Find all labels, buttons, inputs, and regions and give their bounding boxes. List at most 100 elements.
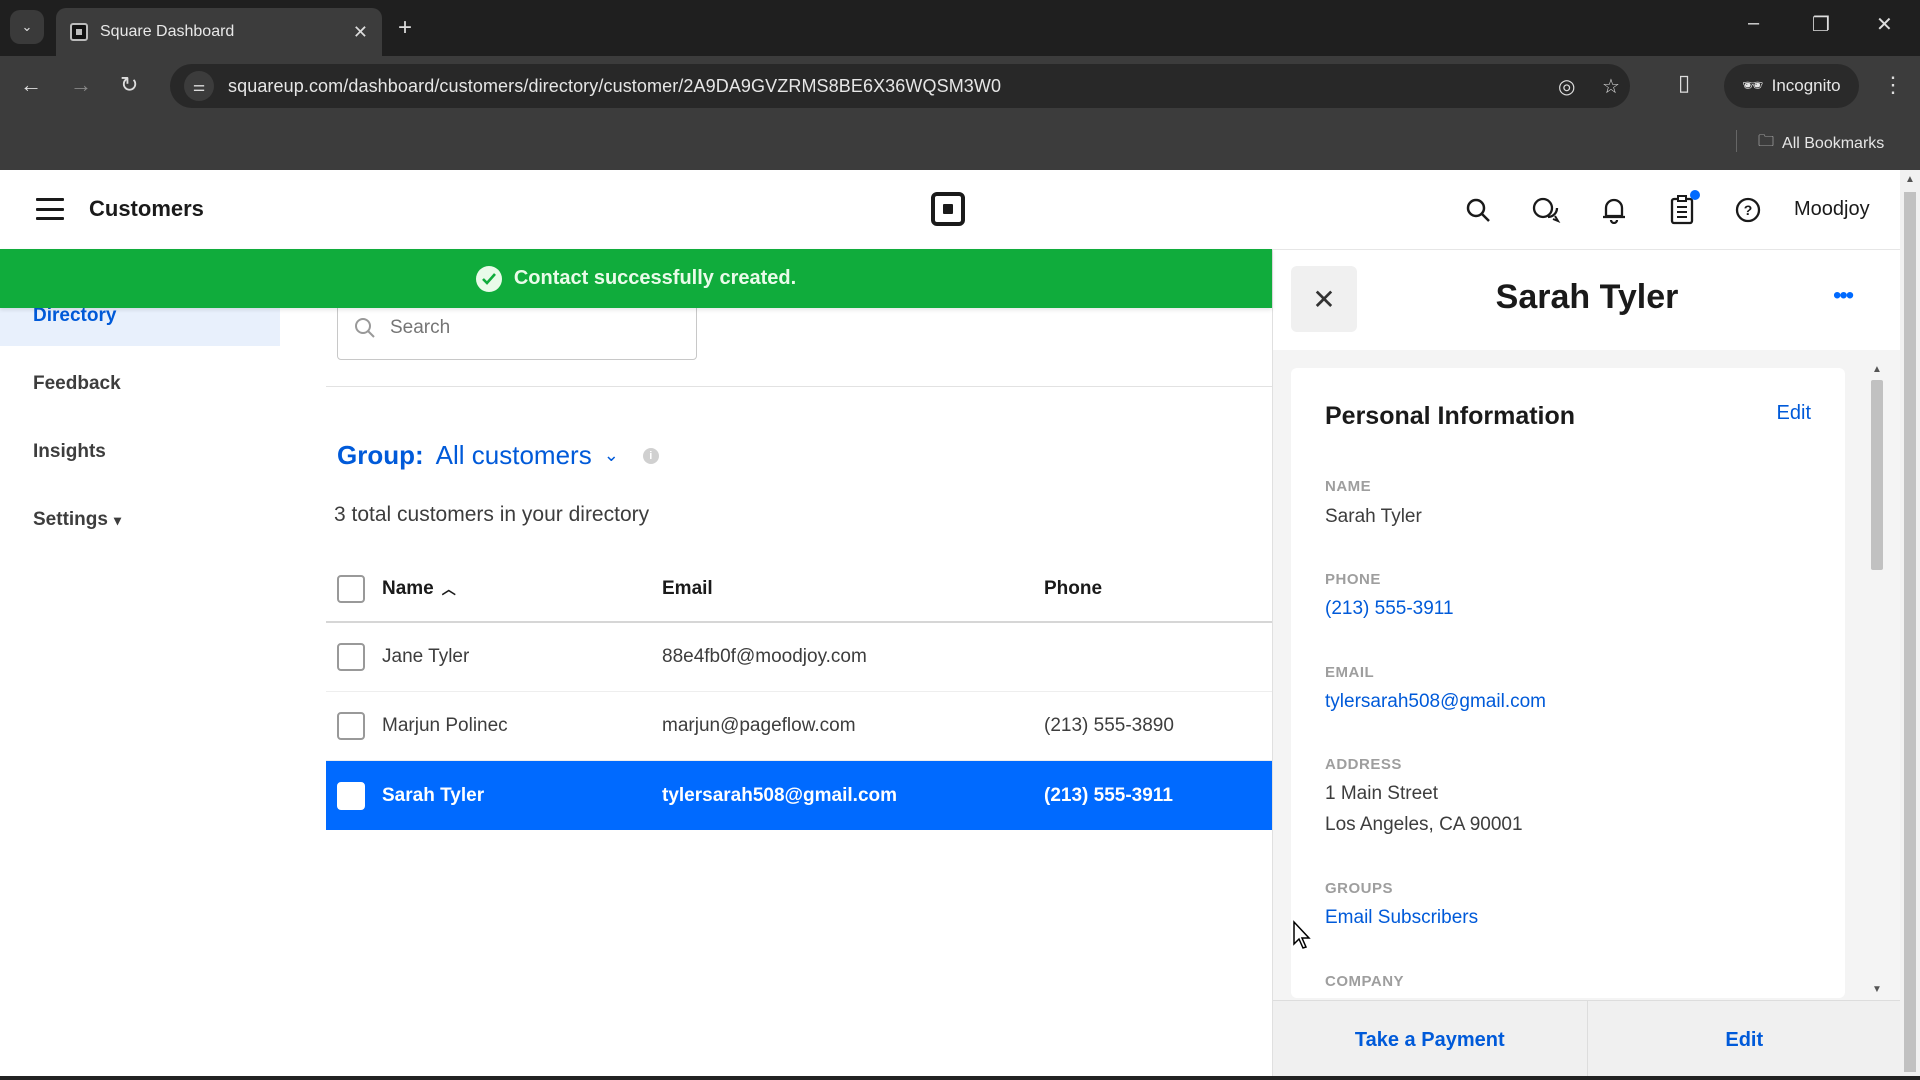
sidebar-item-feedback[interactable]: Feedback — [0, 354, 280, 414]
back-icon[interactable]: ← — [20, 72, 42, 98]
incognito-badge[interactable]: 🕶 Incognito — [1724, 64, 1859, 108]
table-row-selected[interactable]: Sarah Tyler tylersarah508@gmail.com (213… — [326, 761, 1272, 830]
tab-close-icon[interactable]: ✕ — [353, 22, 368, 43]
group-link[interactable]: Email Subscribers — [1325, 907, 1478, 929]
page-scrollbar[interactable]: ▲ — [1900, 170, 1920, 1080]
scroll-up-icon[interactable]: ▲ — [1905, 174, 1915, 185]
take-payment-button[interactable]: Take a Payment — [1273, 1001, 1587, 1080]
chevron-down-icon[interactable]: ⌄ — [604, 445, 619, 466]
forward-icon[interactable]: → — [70, 72, 92, 98]
mouse-cursor-icon — [1293, 920, 1311, 949]
chevron-down-icon: ▾ — [113, 511, 121, 528]
customer-phone: (213) 555-3911 — [1044, 784, 1173, 806]
sidebar: Directory Feedback Insights Settings ▾ — [0, 250, 290, 1080]
url-text[interactable]: squareup.com/dashboard/customers/directo… — [228, 76, 1001, 97]
menu-icon[interactable] — [36, 198, 64, 220]
row-checkbox[interactable] — [337, 712, 365, 740]
customer-name: Marjun Polinec — [382, 715, 508, 736]
customer-name: Sarah Tyler — [382, 784, 485, 806]
restore-icon[interactable]: ❐ — [1812, 12, 1830, 37]
column-header-email[interactable]: Email — [662, 578, 1044, 600]
browser-tab[interactable]: Square Dashboard ✕ — [56, 8, 382, 56]
bookmarks-separator — [1736, 130, 1737, 152]
panel-footer: Take a Payment Edit — [1273, 1000, 1901, 1080]
search-icon — [355, 318, 375, 338]
banner-message: Contact successfully created. — [513, 267, 797, 289]
incognito-icon: 🕶 — [1742, 76, 1764, 95]
address-label: ADDRESS — [1325, 756, 1402, 773]
scroll-down-icon[interactable]: ▼ — [1872, 984, 1882, 995]
eye-off-icon[interactable]: ◎ — [1558, 74, 1575, 99]
side-panel-icon[interactable]: ▯ — [1678, 70, 1690, 96]
new-tab-button[interactable]: + — [398, 14, 412, 42]
folder-icon: 🗀 — [1758, 133, 1775, 150]
site-info-icon[interactable]: ⚌ — [184, 71, 214, 101]
sidebar-item-insights[interactable]: Insights — [0, 422, 280, 482]
phone-label: PHONE — [1325, 571, 1381, 588]
row-checkbox[interactable] — [337, 781, 365, 810]
search-icon[interactable] — [1460, 192, 1496, 228]
tab-search-button[interactable]: ⌄ — [10, 10, 44, 44]
table-row[interactable]: Jane Tyler 88e4fb0f@moodjoy.com — [326, 623, 1272, 692]
svg-text:?: ? — [1744, 202, 1753, 218]
sidebar-item-label: Settings — [33, 509, 108, 530]
group-label: Group: — [337, 440, 424, 470]
incognito-label: Incognito — [1771, 76, 1841, 95]
address-bar[interactable]: ⚌ squareup.com/dashboard/customers/direc… — [170, 64, 1630, 108]
column-header-phone[interactable]: Phone — [1044, 578, 1272, 600]
panel-scrollbar[interactable]: ▲ ▼ — [1867, 362, 1887, 1002]
table-row[interactable]: Marjun Polinec marjun@pageflow.com (213)… — [326, 692, 1272, 761]
merchant-name[interactable]: Moodjoy — [1794, 198, 1870, 221]
select-all-checkbox[interactable] — [337, 575, 365, 603]
edit-personal-info-link[interactable]: Edit — [1777, 402, 1811, 425]
more-options-icon[interactable]: ••• — [1833, 282, 1854, 310]
all-bookmarks-button[interactable]: 🗀 All Bookmarks — [1758, 130, 1884, 157]
customers-table: Name ︿ Email Phone Jane Tyler 88e4fb0f@m… — [326, 557, 1272, 830]
page-title: Customers — [89, 196, 204, 221]
row-checkbox[interactable] — [337, 643, 365, 671]
panel-scroll-thumb[interactable] — [1871, 380, 1883, 570]
chevron-down-icon: ⌄ — [21, 19, 33, 34]
name-label: NAME — [1325, 478, 1372, 495]
square-favicon-icon — [70, 23, 88, 41]
messages-icon[interactable] — [1528, 192, 1564, 228]
edit-customer-button[interactable]: Edit — [1586, 1001, 1902, 1080]
sidebar-item-label: Directory — [33, 305, 117, 326]
group-selector[interactable]: Group: All customers ⌄ i — [337, 440, 659, 471]
clipboard-icon[interactable] — [1664, 190, 1700, 228]
window-close-icon[interactable]: ✕ — [1876, 12, 1893, 37]
email-label: EMAIL — [1325, 664, 1375, 681]
browser-menu-icon[interactable]: ⋮ — [1882, 72, 1904, 98]
sort-ascending-icon[interactable]: ︿ — [442, 579, 456, 599]
success-banner: Contact successfully created. — [0, 249, 1272, 308]
scroll-up-icon[interactable]: ▲ — [1872, 364, 1882, 375]
customer-email: 88e4fb0f@moodjoy.com — [662, 646, 867, 667]
company-label: COMPANY — [1325, 973, 1405, 990]
bell-icon[interactable] — [1596, 192, 1632, 228]
name-value: Sarah Tyler — [1325, 506, 1422, 527]
page-scroll-thumb[interactable] — [1904, 192, 1916, 1072]
reload-icon[interactable]: ↻ — [120, 72, 138, 98]
square-logo-icon[interactable] — [931, 192, 965, 226]
card-title: Personal Information — [1325, 402, 1576, 430]
customer-detail-panel: ✕ Sarah Tyler ••• Personal Information E… — [1272, 250, 1901, 1080]
email-link[interactable]: tylersarah508@gmail.com — [1325, 691, 1546, 713]
group-value[interactable]: All customers — [436, 440, 592, 471]
panel-header: ✕ Sarah Tyler ••• — [1273, 250, 1901, 350]
check-circle-icon — [475, 265, 502, 292]
tab-title: Square Dashboard — [100, 23, 235, 40]
search-input[interactable] — [390, 317, 670, 339]
sidebar-item-settings[interactable]: Settings ▾ — [0, 490, 280, 550]
taskbar-edge — [0, 1076, 1920, 1080]
minimize-icon[interactable]: – — [1748, 12, 1759, 35]
browser-tab-bar: ⌄ Square Dashboard ✕ + – ❐ ✕ — [0, 0, 1920, 56]
address-line1: 1 Main Street — [1325, 783, 1438, 804]
phone-link[interactable]: (213) 555-3911 — [1325, 598, 1454, 620]
divider — [326, 386, 1272, 387]
help-icon[interactable]: ? — [1730, 192, 1766, 228]
bookmarks-bar: 🗀 All Bookmarks — [0, 116, 1920, 170]
column-header-name[interactable]: Name — [382, 578, 434, 600]
info-icon[interactable]: i — [642, 447, 659, 464]
bookmark-star-icon[interactable]: ☆ — [1602, 74, 1620, 99]
personal-information-card: Personal Information Edit NAME Sarah Tyl… — [1291, 368, 1845, 998]
